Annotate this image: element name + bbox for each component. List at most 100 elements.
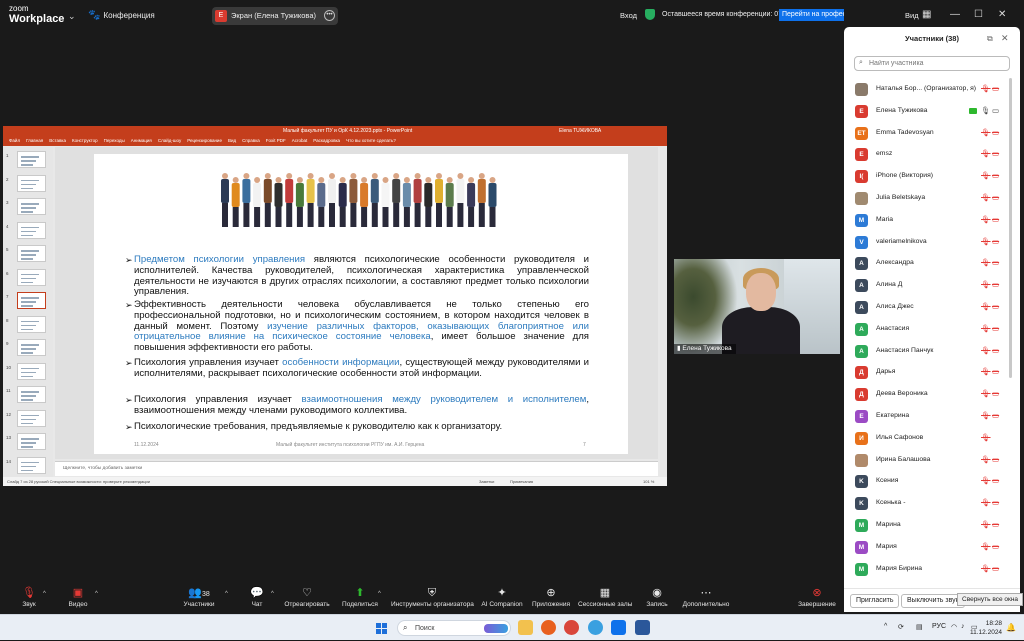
chat-options-caret[interactable]: ^	[271, 591, 274, 597]
participant-row[interactable]: K Ксенька - 🎙 ▭	[844, 492, 1020, 514]
firefox-icon[interactable]	[541, 620, 556, 635]
ribbon-tab[interactable]: Файл	[9, 138, 20, 143]
camera-off-icon[interactable]: ▭	[992, 476, 999, 485]
ribbon-tab[interactable]: Справка	[242, 138, 260, 143]
close-panel-icon[interactable]: ✕	[1001, 33, 1009, 44]
wifi-icon[interactable]: ◠	[951, 623, 957, 631]
mic-muted-icon[interactable]: 🎙	[981, 367, 991, 376]
camera-off-icon[interactable]: ▭	[992, 237, 999, 246]
slide-thumbnail[interactable]	[17, 386, 46, 403]
participant-search[interactable]: ⌕	[854, 56, 1010, 71]
participant-row[interactable]: Д Деева Вероника 🎙 ▭	[844, 383, 1020, 405]
host-tools-button[interactable]: ⛨ Инструменты организатора	[391, 587, 474, 608]
mic-muted-icon[interactable]: 🎙	[981, 455, 991, 464]
windows-start-icon[interactable]	[376, 623, 387, 634]
camera-off-icon[interactable]: ▭	[992, 215, 999, 224]
slide-thumbnail[interactable]	[17, 456, 46, 474]
edge-icon[interactable]	[588, 620, 603, 635]
mic-muted-icon[interactable]: 🎙	[981, 498, 991, 507]
participant-row[interactable]: M Мария 🎙 ▭	[844, 536, 1020, 558]
mic-muted-icon[interactable]: 🎙	[981, 346, 991, 355]
ai-companion-button[interactable]: ✦ AI Companion	[481, 587, 523, 608]
camera-off-icon[interactable]: ▭	[992, 280, 999, 289]
ribbon-tab[interactable]: Переходы	[104, 138, 125, 143]
slide-thumbnail[interactable]	[17, 245, 46, 262]
slide-thumbnail[interactable]	[17, 409, 46, 427]
camera-off-icon[interactable]: ▭	[992, 302, 999, 311]
participant-row[interactable]: A Анастасия 🎙 ▭	[844, 318, 1020, 340]
mic-muted-icon[interactable]: 🎙	[981, 324, 991, 333]
participant-row[interactable]: Наталья Бор... (Организатор, я) 🎙 ▭	[844, 78, 1020, 100]
camera-off-icon[interactable]: ▭	[992, 411, 999, 420]
notifications-bell-icon[interactable]: 🔔	[1006, 623, 1016, 632]
camera-off-icon[interactable]: ▭	[992, 498, 999, 507]
participant-row[interactable]: M Марина 🎙 ▭	[844, 514, 1020, 536]
chrome-icon[interactable]	[564, 620, 579, 635]
tray-app-icon[interactable]: ▤	[916, 623, 923, 631]
popout-icon[interactable]: ⧉	[987, 34, 993, 44]
mic-muted-icon[interactable]: 🎙	[981, 476, 991, 485]
participant-row[interactable]: И Илья Сафонов 🎙	[844, 427, 1020, 449]
language-indicator[interactable]: РУС	[932, 623, 946, 630]
taskbar-search[interactable]: ⌕ Поиск	[397, 620, 511, 636]
slide-thumbnail[interactable]	[17, 151, 46, 168]
mic-muted-icon[interactable]: 🎙	[981, 302, 991, 311]
participant-list-scrollbar[interactable]	[1009, 78, 1012, 378]
camera-off-icon[interactable]: ▭	[992, 367, 999, 376]
slide-notes-field[interactable]: Щелкните, чтобы добавить заметки	[55, 461, 658, 476]
participants-options-caret[interactable]: ^	[225, 591, 228, 597]
video-options-caret[interactable]: ^	[95, 591, 98, 597]
participant-row[interactable]: Ирина Балашова 🎙 ▭	[844, 449, 1020, 471]
slide-thumbnail[interactable]	[17, 315, 46, 333]
camera-off-icon[interactable]: ▭	[992, 128, 999, 137]
audio-button[interactable]: 🎙 Звук	[18, 587, 40, 608]
video-button[interactable]: ▣ Видео	[66, 587, 90, 608]
ribbon-tab[interactable]: Главная	[26, 138, 43, 143]
taskbar-clock[interactable]: 18:28 11.12.2024	[970, 619, 1002, 637]
breakout-rooms-button[interactable]: ▦ Сессионные залы	[578, 587, 632, 608]
grid-icon[interactable]: ▦	[922, 9, 931, 20]
mic-muted-icon[interactable]: 🎙	[981, 411, 991, 420]
mic-muted-icon[interactable]: 🎙	[981, 149, 991, 158]
chevron-down-icon[interactable]: ⌄	[68, 11, 76, 22]
mic-muted-icon[interactable]: 🎙	[981, 128, 991, 137]
maximize-icon[interactable]: ☐	[974, 9, 983, 20]
mic-muted-icon[interactable]: 🎙	[981, 564, 991, 573]
camera-off-icon[interactable]: ▭	[992, 171, 999, 180]
react-button[interactable]: ♡ Отреагировать	[284, 587, 330, 608]
camera-on-icon[interactable]: ▭	[992, 106, 999, 115]
slide-thumbnail[interactable]	[17, 433, 46, 450]
slide-thumbnail[interactable]	[17, 174, 46, 192]
participant-row[interactable]: E Екатерина 🎙 ▭	[844, 405, 1020, 427]
participant-row[interactable]: Д Дарья 🎙 ▭	[844, 361, 1020, 383]
volume-icon[interactable]: ♪	[961, 623, 965, 630]
camera-off-icon[interactable]: ▭	[992, 564, 999, 573]
share-options-caret[interactable]: ^	[378, 591, 381, 597]
participant-row[interactable]: E Елена Тужикова 🎙 ▭	[844, 100, 1020, 122]
mic-on-icon[interactable]: 🎙	[981, 106, 991, 115]
mic-muted-icon[interactable]: 🎙	[981, 215, 991, 224]
ribbon-tab[interactable]: Вставка	[49, 138, 66, 143]
speaker-video-tile[interactable]: ▮ Елена Тужикова	[674, 259, 840, 354]
camera-off-icon[interactable]: ▭	[992, 389, 999, 398]
participant-row[interactable]: Julia Beletskaya 🎙 ▭	[844, 187, 1020, 209]
record-button[interactable]: ◉ Запись	[645, 587, 669, 608]
participant-row[interactable]: Vvaleriamelnikova 🎙 ▭	[844, 231, 1020, 253]
ribbon-tab[interactable]: Конструктор	[72, 138, 98, 143]
mic-muted-icon[interactable]: 🎙	[981, 520, 991, 529]
close-icon[interactable]: ✕	[998, 9, 1006, 20]
apps-button[interactable]: ⊕ Приложения	[531, 587, 571, 608]
camera-off-icon[interactable]: ▭	[992, 542, 999, 551]
meeting-info-button[interactable]: 🐾 Конференция	[88, 10, 155, 21]
participant-row[interactable]: A Александра 🎙 ▭	[844, 252, 1020, 274]
audio-options-caret[interactable]: ^	[43, 591, 46, 597]
camera-off-icon[interactable]: ▭	[992, 193, 999, 202]
participant-search-input[interactable]	[869, 58, 1005, 69]
share-button[interactable]: ⬆ Поделиться	[342, 587, 378, 608]
mic-muted-icon[interactable]: 🎙	[981, 542, 991, 551]
camera-off-icon[interactable]: ▭	[992, 258, 999, 267]
slide-thumbnail[interactable]	[17, 292, 46, 309]
ribbon-tab[interactable]: Рецензирование	[187, 138, 222, 143]
shield-icon[interactable]	[645, 9, 655, 20]
mic-muted-icon[interactable]: 🎙	[981, 171, 991, 180]
